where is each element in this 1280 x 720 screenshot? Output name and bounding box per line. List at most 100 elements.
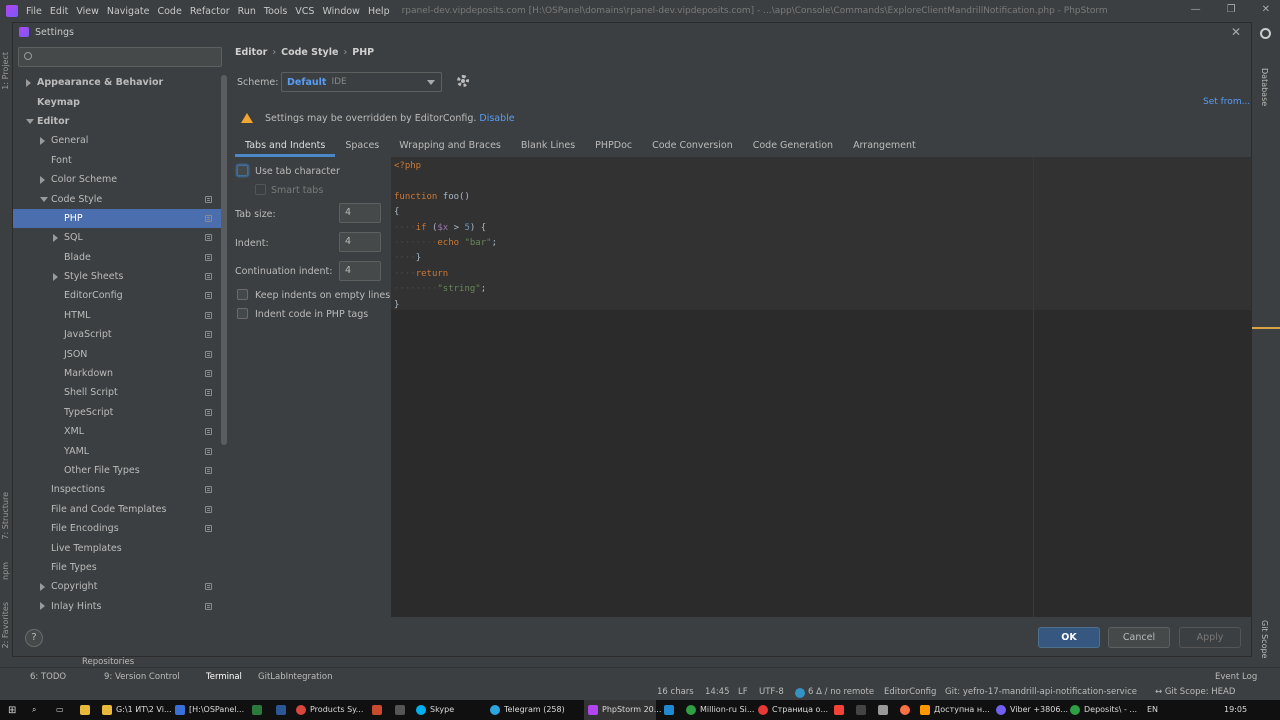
tree-item[interactable]: Editor [13, 112, 227, 131]
app-icon-3[interactable] [856, 705, 866, 715]
continuation-indent-input[interactable]: 4 [339, 261, 381, 281]
chevron-right-icon[interactable] [40, 175, 45, 184]
taskbar-item-ospanel[interactable]: [H:\OSPanel... [189, 705, 244, 714]
chevron-right-icon[interactable] [26, 78, 31, 87]
taskbar-item-million[interactable]: Million-ru Si... [700, 705, 754, 714]
tree-item[interactable]: Style Sheets [13, 267, 227, 286]
indent-input[interactable]: 4 [339, 232, 381, 252]
git-scope-tool-tab[interactable]: Git Scope [1260, 620, 1269, 658]
scheme-select[interactable]: Default IDE [281, 72, 442, 92]
tab-wrapping-and-braces[interactable]: Wrapping and Braces [389, 137, 511, 157]
maximize-button[interactable]: ❐ [1227, 4, 1236, 15]
chevron-right-icon[interactable] [40, 582, 45, 591]
search-everywhere-icon[interactable] [1260, 28, 1271, 39]
app-icon-4[interactable] [878, 705, 888, 715]
tab-spaces[interactable]: Spaces [335, 137, 389, 157]
tree-item[interactable]: XML [13, 422, 227, 441]
tree-item[interactable]: Other File Types [13, 461, 227, 480]
menu-navigate[interactable]: Navigate [107, 6, 150, 17]
tab-code-generation[interactable]: Code Generation [743, 137, 843, 157]
tree-item[interactable]: EditorConfig [13, 286, 227, 305]
tree-item[interactable]: Live Templates [13, 538, 227, 557]
minimize-button[interactable]: — [1191, 4, 1201, 15]
menu-edit[interactable]: Edit [50, 6, 68, 17]
taskbar-item-phpstorm[interactable]: PhpStorm 20... [602, 705, 661, 714]
tab-blank-lines[interactable]: Blank Lines [511, 137, 585, 157]
favorites-tool-tab[interactable]: 2: Favorites [1, 602, 10, 648]
tab-phpdoc[interactable]: PHPDoc [585, 137, 642, 157]
vcs-changes[interactable]: 6 Δ / no remote [808, 687, 874, 697]
tree-item[interactable]: Appearance & Behavior [13, 73, 227, 92]
file-encoding[interactable]: UTF-8 [759, 687, 784, 697]
taskbar-item-skype[interactable]: Skype [430, 705, 454, 714]
database-tool-tab[interactable]: Database [1260, 68, 1269, 106]
keep-indents-checkbox[interactable] [237, 289, 248, 300]
git-branch[interactable]: Git: yefro-17-mandrill-api-notification-… [945, 687, 1137, 697]
tool-icon[interactable] [395, 705, 405, 715]
menu-code[interactable]: Code [157, 6, 181, 17]
input-language[interactable]: EN [1147, 705, 1158, 714]
help-button[interactable]: ? [25, 629, 43, 647]
tree-item[interactable]: TypeScript [13, 403, 227, 422]
tree-item[interactable]: Markdown [13, 364, 227, 383]
app-icon-5[interactable] [900, 705, 910, 715]
cancel-button[interactable]: Cancel [1108, 627, 1170, 648]
app-icon[interactable] [372, 705, 382, 715]
word-icon[interactable] [276, 705, 286, 715]
task-view-icon[interactable]: ▭ [56, 705, 64, 714]
explorer-icon[interactable] [80, 705, 90, 715]
indent-php-tags-checkbox[interactable] [237, 308, 248, 319]
taskbar-item-deposits[interactable]: Deposits\ - ... [1084, 705, 1137, 714]
tree-item[interactable]: PHP [13, 208, 227, 229]
menu-vcs[interactable]: VCS [295, 6, 314, 17]
apply-button[interactable]: Apply [1179, 627, 1241, 648]
tree-item[interactable]: Blade [13, 248, 227, 267]
tree-item[interactable]: Keymap [13, 92, 227, 111]
chevron-down-icon[interactable] [26, 118, 34, 124]
tree-item[interactable]: YAML [13, 441, 227, 460]
clock[interactable]: 19:05 [1224, 705, 1247, 714]
menu-help[interactable]: Help [368, 6, 390, 17]
todo-tool-tab[interactable]: 6: TODO [30, 672, 66, 682]
app-icon-2[interactable] [834, 705, 844, 715]
menu-refactor[interactable]: Refactor [190, 6, 230, 17]
tree-item[interactable]: SQL [13, 228, 227, 247]
use-tab-character-checkbox[interactable] [237, 165, 248, 176]
code-preview[interactable]: <?php function foo() { ····if ($x > 5) {… [391, 157, 1251, 617]
menu-window[interactable]: Window [322, 6, 359, 17]
menu-file[interactable]: File [26, 6, 42, 17]
taskbar-item-explorer[interactable]: G:\1 ИТ\2 Vi... [116, 705, 172, 714]
caret-position[interactable]: 14:45 [705, 687, 730, 697]
taskbar-item-viber[interactable]: Viber +3806... [1010, 705, 1068, 714]
chevron-right-icon[interactable] [53, 272, 58, 281]
git-scope-status[interactable]: ↔ Git Scope: HEAD [1155, 687, 1235, 697]
windows-search-icon[interactable]: ⌕ [32, 705, 36, 715]
terminal-tool-tab[interactable]: Terminal [206, 672, 242, 682]
disable-link[interactable]: Disable [479, 113, 514, 124]
chevron-right-icon[interactable] [53, 233, 58, 242]
line-separator[interactable]: LF [738, 687, 748, 697]
tree-item[interactable]: Font [13, 151, 227, 170]
tab-size-input[interactable]: 4 [339, 203, 381, 223]
event-log-tool-tab[interactable]: Event Log [1215, 672, 1257, 682]
npm-tool-tab[interactable]: npm [1, 562, 10, 580]
menu-run[interactable]: Run [238, 6, 256, 17]
tree-item[interactable]: HTML [13, 306, 227, 325]
settings-search-input[interactable] [18, 47, 222, 67]
tree-scrollbar[interactable] [221, 75, 227, 445]
chevron-right-icon[interactable] [40, 136, 45, 145]
tree-item[interactable]: File Types [13, 558, 227, 577]
tree-item[interactable]: Shell Script [13, 383, 227, 402]
set-from-link[interactable]: Set from... [1203, 97, 1250, 107]
tree-item[interactable]: File and Code Templates [13, 500, 227, 519]
project-tool-tab[interactable]: 1: Project [1, 52, 10, 90]
tree-item[interactable]: Copyright [13, 577, 227, 596]
taskbar-item-telegram[interactable]: Telegram (258) [504, 705, 565, 714]
chevron-down-icon[interactable] [40, 196, 48, 202]
ok-button[interactable]: OK [1038, 627, 1100, 648]
gitlab-tool-tab[interactable]: GitLabIntegration [258, 672, 332, 682]
tree-item[interactable]: JSON [13, 344, 227, 363]
breadcrumb-code-style[interactable]: Code Style [281, 47, 338, 58]
tree-item[interactable]: Color Scheme [13, 170, 227, 189]
dialog-close-button[interactable]: ✕ [1231, 25, 1241, 39]
